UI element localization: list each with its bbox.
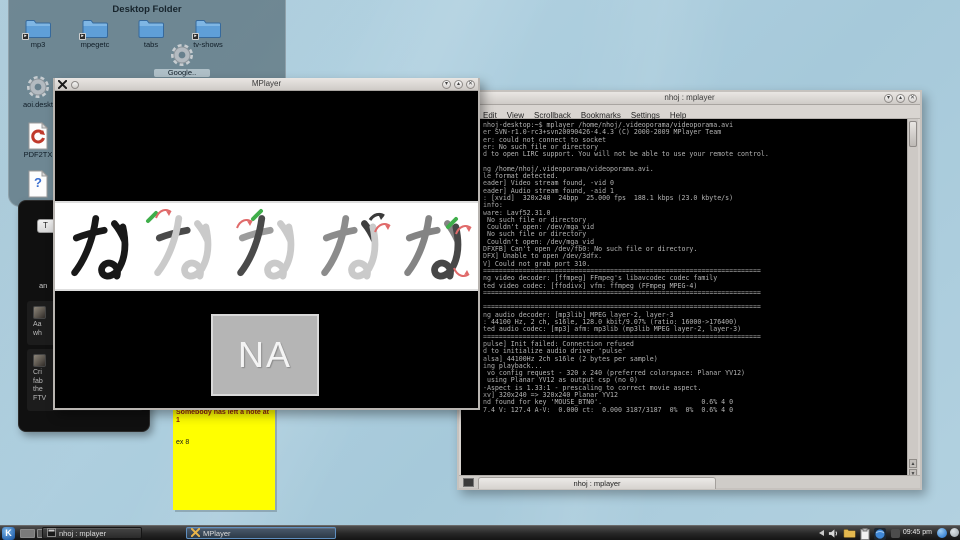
- refresh-arrow-icon: [29, 128, 47, 146]
- network-globe-icon[interactable]: [874, 528, 886, 540]
- minimize-button[interactable]: ▾: [884, 94, 893, 103]
- terminal-icon: [47, 528, 56, 537]
- stroke-arrow-icon: [451, 266, 471, 282]
- hiragana-na-glyph: [312, 206, 388, 286]
- mplayer-title: MPlayer: [55, 79, 478, 88]
- volume-icon[interactable]: [828, 528, 839, 539]
- hiragana-na-glyph: [228, 206, 304, 286]
- terminal-line: ========================================…: [483, 290, 769, 297]
- maximize-button[interactable]: ▴: [454, 80, 463, 89]
- tray-status-icon[interactable]: [937, 528, 947, 538]
- scrollbar-thumb[interactable]: [909, 121, 917, 147]
- taskbar: K nhoj : mplayer MPlayer: [0, 525, 960, 540]
- hiragana-na-glyph: [145, 206, 221, 286]
- panel-cashew-icon[interactable]: [950, 528, 959, 537]
- terminal-line: 7.4 V: 127.4 A-V: 0.000 ct: 0.000 3187/3…: [483, 407, 769, 414]
- terminal-title: nhoj : mplayer: [459, 93, 920, 102]
- na-overlay-box: NA: [211, 314, 319, 396]
- terminal-line: : [xvid] 320x240 24bpp 25.000 fps 188.1 …: [483, 195, 769, 202]
- terminal-menubar: EditViewScrollbackBookmarksSettingsHelp: [459, 105, 920, 119]
- desktop-icon-mpegetc[interactable]: ▸ mpegetc: [67, 18, 123, 49]
- mplayer-titlebar[interactable]: MPlayer ▾ ▴ ✕: [55, 78, 478, 91]
- mplayer-window: MPlayer ▾ ▴ ✕: [53, 78, 480, 410]
- avatar: [33, 306, 46, 319]
- note-title: Somebody has left a note at 1: [176, 409, 272, 425]
- folder-tray-icon[interactable]: [843, 528, 856, 539]
- close-button[interactable]: ✕: [466, 80, 475, 89]
- terminal-output: nhoj-desktop:~$ mplayer /home/nhoj/.vide…: [483, 122, 769, 414]
- gear-icon: [25, 74, 51, 100]
- clipboard-icon[interactable]: [860, 528, 870, 540]
- gear-icon: [169, 42, 195, 68]
- avatar: [33, 354, 46, 367]
- pager-desktop-1[interactable]: [20, 529, 35, 538]
- desktop: Desktop Folder ▸ mp3 ▸ mpegetc tabs ▸ tv…: [0, 0, 960, 540]
- link-emblem-icon: ▸: [79, 33, 86, 40]
- terminal-tabbar: nhoj : mplayer: [459, 475, 920, 488]
- mplayer-x-icon: [191, 528, 200, 537]
- maximize-button[interactable]: ▴: [896, 94, 905, 103]
- minimize-button[interactable]: ▾: [442, 80, 451, 89]
- video-area[interactable]: [55, 201, 478, 291]
- hiragana-na-glyph: [62, 206, 138, 286]
- sticky-note[interactable]: Somebody has left a note at 1 ex 8: [173, 404, 275, 510]
- stroke-arrow-icon: [234, 214, 254, 230]
- inactive-tray-icon[interactable]: [891, 529, 900, 538]
- stroke-arrow-icon: [453, 220, 473, 236]
- link-emblem-icon: ▸: [192, 33, 199, 40]
- terminal-tab[interactable]: nhoj : mplayer: [478, 477, 716, 489]
- desktop-icon-google[interactable]: Google..: [154, 42, 210, 77]
- dark-app-header-fragment: an: [39, 281, 47, 290]
- terminal-scrollbar[interactable]: ▲ ▼: [907, 119, 918, 479]
- question-mark-icon: ?: [26, 175, 50, 190]
- terminal-titlebar[interactable]: nhoj : mplayer ▾ ▴ ✕: [459, 92, 920, 105]
- terminal-window: nhoj : mplayer ▾ ▴ ✕ EditViewScrollbackB…: [457, 90, 922, 490]
- stroke-arrow-icon: [372, 218, 392, 234]
- scroll-up-button[interactable]: ▲: [909, 459, 917, 468]
- folder-icon: [137, 18, 165, 40]
- desktop-folder-title: Desktop Folder: [9, 4, 285, 15]
- note-body: ex 8: [176, 439, 272, 446]
- na-label: NA: [238, 334, 292, 376]
- desktop-icon-mp3[interactable]: ▸ mp3: [10, 18, 66, 49]
- task-button-mplayer[interactable]: MPlayer: [186, 527, 336, 539]
- clock: 09:45 pm: [903, 529, 932, 536]
- terminal-screen[interactable]: nhoj-desktop:~$ mplayer /home/nhoj/.vide…: [461, 119, 909, 479]
- stroke-arrow-icon: [153, 204, 173, 220]
- start-menu-button[interactable]: K: [2, 527, 15, 540]
- tray-collapse-icon[interactable]: [819, 530, 824, 536]
- close-button[interactable]: ✕: [908, 94, 917, 103]
- terminal-line: d to open LIRC support. You will not be …: [483, 151, 769, 158]
- new-tab-button[interactable]: [463, 478, 474, 487]
- hiragana-na-glyph: [395, 206, 471, 286]
- link-emblem-icon: ▸: [22, 33, 29, 40]
- task-button-terminal[interactable]: nhoj : mplayer: [42, 527, 142, 539]
